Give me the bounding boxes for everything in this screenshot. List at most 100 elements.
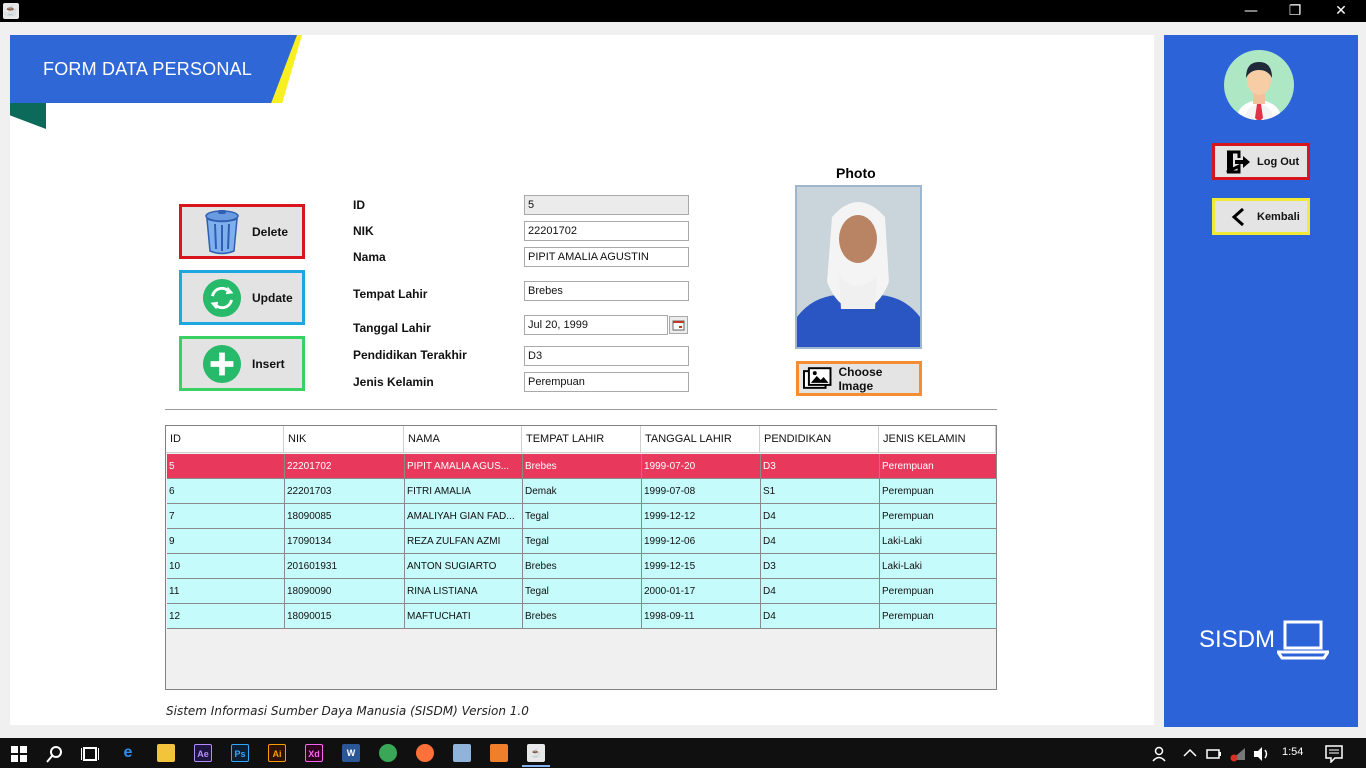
table-cell: Perempuan [880,504,997,529]
divider [165,409,997,410]
battery-icon[interactable] [1206,747,1222,761]
table-cell: Laki-Laki [880,529,997,554]
column-header[interactable]: TANGGAL LAHIR [641,426,760,453]
taskbar-clock[interactable]: 1:54 [1282,746,1303,758]
pendidikan-field[interactable]: D3 [524,346,689,366]
data-table[interactable]: ID NIK NAMA TEMPAT LAHIR TANGGAL LAHIR PENDID… [165,425,997,690]
table-cell: Brebes [523,454,642,479]
column-header[interactable]: PENDIDIKAN [760,426,879,453]
adobe-xd-icon[interactable]: Xd [305,744,323,762]
jenis-kelamin-label: Jenis Kelamin [353,375,434,389]
sisdm-logo: SISDM [1199,620,1330,660]
profile-photo [795,185,922,349]
table-cell: Brebes [523,554,642,579]
firefox-icon[interactable] [416,744,434,762]
minimize-button[interactable]: — [1228,0,1274,22]
table-cell: Tegal [523,529,642,554]
jenis-kelamin-field[interactable]: Perempuan [524,372,689,392]
xampp-icon[interactable] [490,744,508,762]
volume-icon[interactable] [1253,746,1271,762]
delete-button[interactable]: Delete [179,204,305,259]
restore-button[interactable]: ❐ [1272,0,1318,22]
table-cell: ANTON SUGIARTO [405,554,523,579]
file-explorer-icon[interactable] [157,744,175,762]
trash-icon [202,209,242,254]
column-header[interactable]: NAMA [404,426,522,453]
table-cell: 1998-09-11 [642,604,761,629]
refresh-icon [202,276,242,320]
network-icon[interactable] [1229,746,1247,762]
table-cell: D4 [761,529,880,554]
insert-button[interactable]: Insert [179,336,305,391]
image-icon [803,366,832,389]
active-app-indicator [522,765,550,767]
plus-icon [202,342,242,386]
chevron-left-icon [1231,207,1244,226]
search-icon[interactable] [46,745,64,763]
table-cell: Perempuan [880,604,997,629]
table-cell: Perempuan [880,479,997,504]
people-icon[interactable] [1152,746,1168,762]
table-cell: Perempuan [880,579,997,604]
calendar-button[interactable] [669,316,688,334]
tanggal-lahir-field[interactable]: Jul 20, 1999 [524,315,668,335]
table-cell: 6 [167,479,285,504]
pendidikan-label: Pendidikan Terakhir [353,348,467,362]
table-row[interactable]: 10 201601931 ANTON SUGIARTO Brebes 1999-12-1… [167,554,997,579]
table-row[interactable]: 6 22201703 FITRI AMALIA Demak 1999-07-08 S1 Pe… [167,479,997,504]
notification-icon[interactable] [1325,745,1343,763]
page-title: FORM DATA PERSONAL [43,59,252,79]
chevron-up-icon[interactable] [1183,748,1197,758]
table-cell: MAFTUCHATI [405,604,523,629]
illustrator-icon[interactable]: Ai [268,744,286,762]
table-row[interactable]: 9 17090134 REZA ZULFAN AZMI Tegal 1999-12-06… [167,529,997,554]
laptop-icon [1277,620,1330,660]
table-cell: 10 [167,554,285,579]
back-button[interactable]: Kembali [1212,198,1310,235]
column-header[interactable]: ID [166,426,284,453]
app-icon[interactable] [379,744,397,762]
user-avatar [1224,50,1294,120]
column-header[interactable]: NIK [284,426,404,453]
nama-field[interactable]: PIPIT AMALIA AGUSTIN [524,247,689,267]
table-row[interactable]: 7 18090085 AMALIYAH GIAN FAD... Tegal 1999-1… [167,504,997,529]
java-icon[interactable]: ☕ [527,744,545,762]
table-cell: 1999-07-08 [642,479,761,504]
table-cell: 17090134 [285,529,405,554]
table-cell: D3 [761,554,880,579]
nik-field[interactable]: 22201702 [524,221,689,241]
edge-icon[interactable]: e [119,744,137,762]
table-cell: Demak [523,479,642,504]
insert-label: Insert [252,356,285,371]
photoshop-icon[interactable]: Ps [231,744,249,762]
table-cell: D4 [761,604,880,629]
update-button[interactable]: Update [179,270,305,325]
table-row[interactable]: 11 18090090 RINA LISTIANA Tegal 2000-01-17 D4… [167,579,997,604]
choose-image-button[interactable]: Choose Image [796,361,922,396]
nik-label: NIK [353,224,374,238]
table-cell: Brebes [523,604,642,629]
table-cell: Laki-Laki [880,554,997,579]
logout-button[interactable]: Log Out [1212,143,1310,180]
table-row-selected[interactable]: 5 22201702 PIPIT AMALIA AGUS... Brebes 1999-… [167,454,997,479]
column-header[interactable]: TEMPAT LAHIR [522,426,641,453]
task-view-icon[interactable] [81,746,99,762]
id-label: ID [353,198,365,212]
table-cell: Perempuan [880,454,997,479]
table-cell: PIPIT AMALIA AGUS... [405,454,523,479]
table-cell: 11 [167,579,285,604]
nama-label: Nama [353,250,386,264]
windows-start-icon[interactable] [11,746,27,762]
word-icon[interactable]: W [342,744,360,762]
table-cell: 201601931 [285,554,405,579]
column-header[interactable]: JENIS KELAMIN [879,426,996,453]
photo-label: Photo [836,165,876,181]
virtualbox-icon[interactable] [453,744,471,762]
after-effects-icon[interactable]: Ae [194,744,212,762]
close-button[interactable]: ✕ [1318,0,1364,22]
tempat-lahir-field[interactable]: Brebes [524,281,689,301]
table-cell: S1 [761,479,880,504]
table-row[interactable]: 12 18090015 MAFTUCHATI Brebes 1998-09-11 D4 Pe… [167,604,997,629]
update-label: Update [252,290,293,305]
id-field[interactable]: 5 [524,195,689,215]
